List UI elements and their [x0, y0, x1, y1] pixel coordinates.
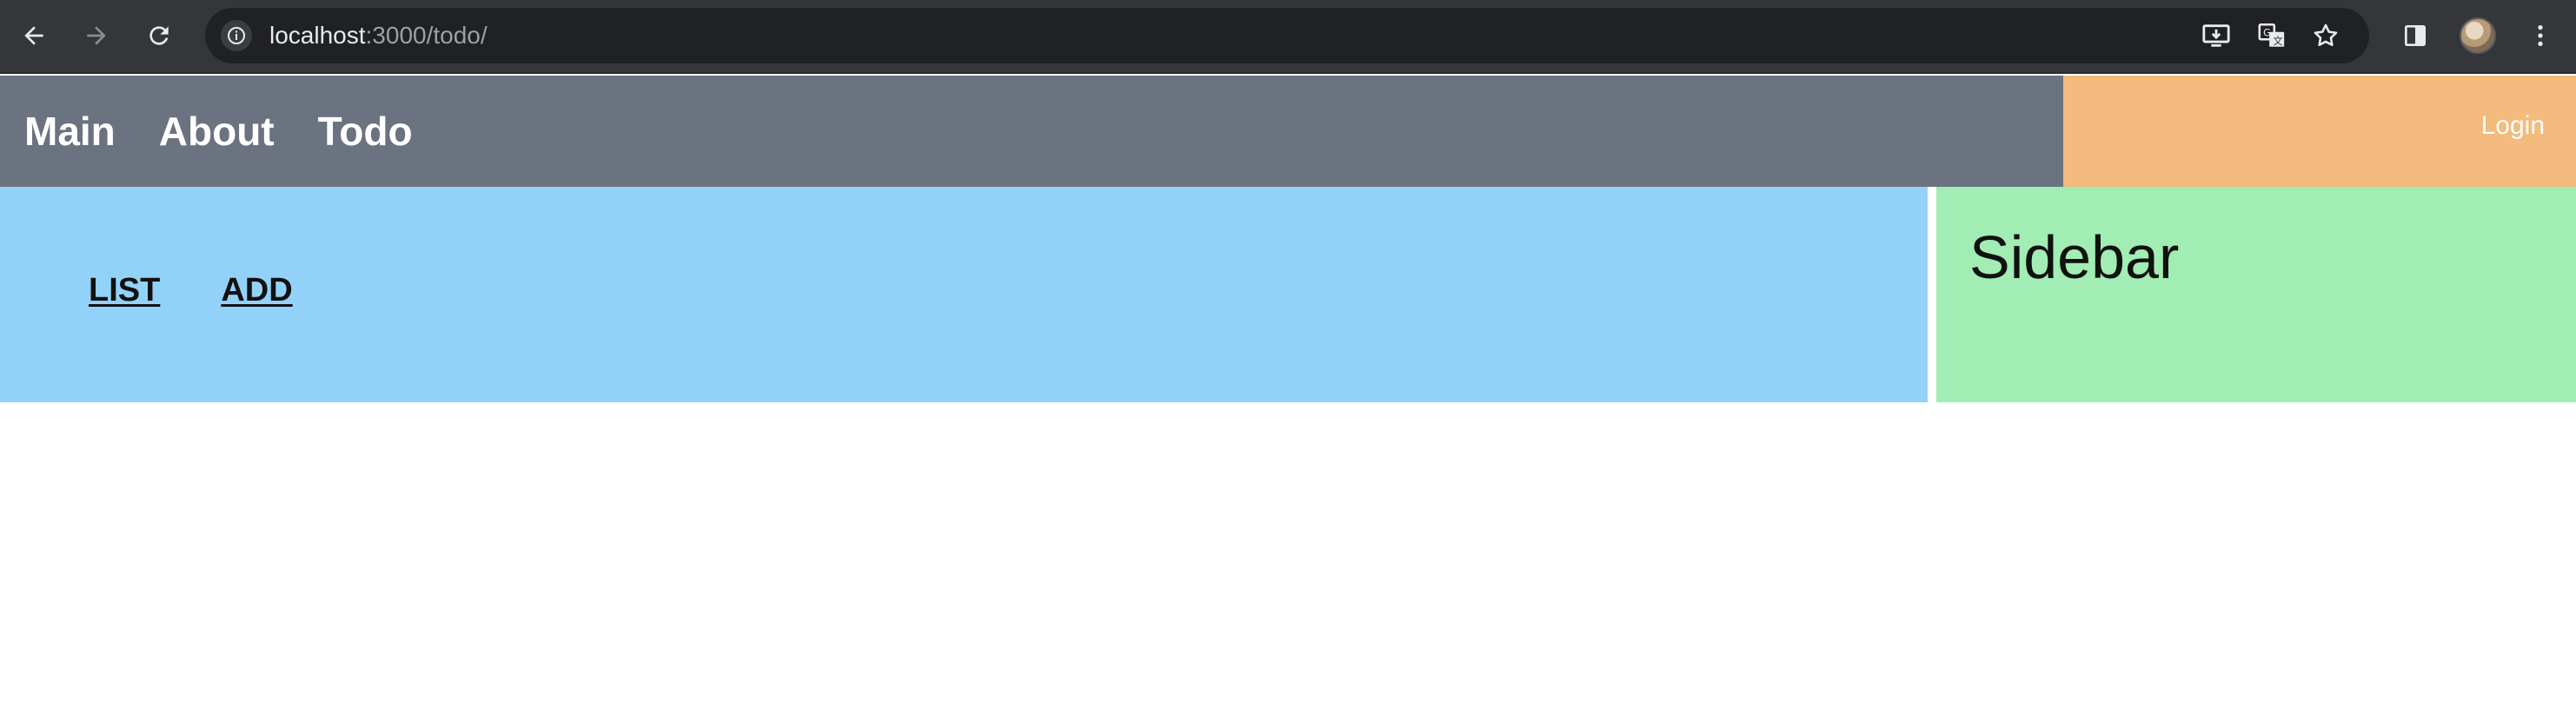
nav-link-main[interactable]: Main: [24, 111, 116, 151]
back-button[interactable]: [16, 17, 52, 54]
install-app-icon[interactable]: [2199, 20, 2234, 51]
avatar[interactable]: [2460, 17, 2496, 54]
reload-button[interactable]: [141, 17, 177, 54]
url-host: localhost: [269, 22, 366, 49]
main-content: LIST ADD: [0, 187, 1928, 402]
main-nav: Main About Todo: [24, 76, 413, 187]
arrow-right-icon: [87, 26, 106, 45]
url-text[interactable]: localhost:3000/todo/: [269, 8, 488, 63]
arrow-left-icon: [24, 26, 43, 45]
kebab-menu-icon[interactable]: [2522, 17, 2559, 54]
nav-link-about[interactable]: About: [159, 111, 275, 151]
todo-subnav: LIST ADD: [89, 274, 293, 307]
svg-text:文: 文: [2273, 35, 2282, 47]
app-header: Main About Todo: [0, 76, 2063, 187]
svg-text:G: G: [2263, 27, 2271, 39]
sidebar: Sidebar: [1936, 187, 2576, 402]
translate-icon[interactable]: G 文: [2254, 20, 2289, 51]
info-icon: [228, 27, 245, 44]
sidebar-title: Sidebar: [1969, 223, 2180, 291]
login-button[interactable]: Login: [2481, 113, 2545, 139]
list-link[interactable]: LIST: [89, 274, 160, 307]
forward-button[interactable]: [78, 17, 115, 54]
nav-link-todo[interactable]: Todo: [318, 111, 413, 151]
reload-icon: [149, 26, 169, 45]
add-link[interactable]: ADD: [221, 274, 292, 307]
url-path: :3000/todo/: [365, 22, 488, 49]
address-bar[interactable]: localhost:3000/todo/ G 文: [205, 8, 2369, 63]
browser-toolbar: localhost:3000/todo/ G 文: [0, 0, 2576, 74]
login-area: Login: [2063, 76, 2576, 187]
star-icon[interactable]: [2308, 20, 2343, 51]
side-panel-icon[interactable]: [2397, 17, 2433, 54]
site-info-button[interactable]: [221, 20, 252, 51]
